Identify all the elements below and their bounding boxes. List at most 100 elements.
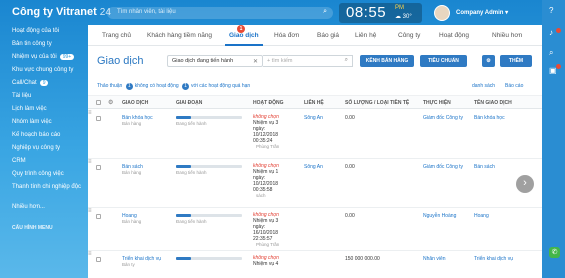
sidebar-item[interactable]: CRM [12,158,26,164]
add-button[interactable]: THÊM [500,55,532,67]
brand-name: Công ty Vitranet [12,6,97,18]
table-header: ⚙ GIAO DỊCH GIAI ĐOẠN HOẠT ĐỘNG LIÊN HỆ SỐ LƯ… [88,95,542,109]
sidebar-item-label: Lịch làm việc [12,106,47,112]
deal-title-link[interactable]: Bán sách [474,164,524,170]
sub-filter-no-activity[interactable]: không có hoạt động [135,83,179,89]
weather-text: ☁ 30° [395,14,412,20]
sidebar-item[interactable]: Nhiệm vụ của tôi 99+ [12,54,75,60]
tab-item[interactable]: Báo giá [317,32,339,39]
table-row[interactable]: ≡ Hoang Bán hàng Đang tiến hành không chọn Nh… [88,208,542,251]
search-icon[interactable]: ⌕ [549,48,553,58]
sales-channel-button[interactable]: KÊNH BÁN HÀNG [360,55,414,67]
tab-item[interactable]: Hóa đơn [274,32,299,39]
tab-label: Báo giá [317,32,340,39]
owner-link[interactable]: Giám đốc Công ty [423,115,469,121]
column-header[interactable]: SỐ LƯỢNG / LOẠI TIỀN TỆ [345,100,409,106]
column-header[interactable]: TÊN GIAO DỊCH [474,100,512,106]
owner-link[interactable]: Giám đốc Công ty [423,164,469,170]
report-link[interactable]: Báo cáo [505,83,523,89]
sidebar-item[interactable]: Bản tin công ty [12,41,52,47]
amount: 0.00 [345,164,355,170]
help-icon[interactable]: ? [549,6,553,15]
search-icon: ⌕ [344,57,348,63]
row-checkbox[interactable] [96,116,101,121]
phone-icon[interactable]: ✆ [549,247,560,258]
column-header[interactable]: THỰC HIỆN [423,100,451,106]
stage-progress-fill [176,116,191,119]
search-input[interactable]: + tìm kiếm ⌕ [263,55,353,67]
row-checkbox[interactable] [96,165,101,170]
sidebar-item-label: Khu vực chung công ty [12,67,74,73]
tab-item[interactable]: Liên hệ [355,32,376,39]
notification-dot [556,28,561,33]
criteria-button[interactable]: TIÊU CHUẨN [420,55,467,67]
filter-select[interactable]: Giao dịch đang tiến hành ✕ [167,55,263,67]
table-row[interactable]: ≡ Bán sách Bán hàng Đang tiến hành không chọ… [88,159,542,208]
sidebar-item[interactable]: Tài liệu [12,93,31,99]
sidebar-item[interactable]: Thanh tính chi nghiệp độc [12,184,81,190]
chevron-right-icon[interactable]: › [516,175,534,193]
column-header[interactable]: LIÊN HỆ [304,100,324,106]
select-all-checkbox[interactable] [96,100,101,105]
sidebar-item[interactable]: Khu vực chung công ty [12,67,73,73]
sub-filters: Thảo thuận 1 không có hoạt động 1 với các … [97,83,250,90]
column-header[interactable]: HOẠT ĐỘNG [253,100,284,106]
sidebar-item[interactable]: Quy trình công việc [12,171,64,177]
gear-icon: ⚙ [486,58,491,64]
sidebar-item[interactable]: Call/Chat 9 [12,80,49,86]
sidebar-item[interactable]: Hoạt động của tôi [12,28,59,34]
tab-item[interactable]: Công ty [398,32,420,39]
settings-button[interactable]: ⚙ [482,55,495,67]
filter-label: Giao dịch đang tiến hành [172,58,234,64]
sidebar-item[interactable]: Kế hoạch báo cáo [12,132,60,138]
table-row[interactable]: ≡ Bán khóa học Bán hàng Đang tiến hành không… [88,110,542,159]
notification-dot [556,64,561,69]
brand[interactable]: Công ty Vitranet 24 [12,6,111,18]
list-view-link[interactable]: danh sách [472,83,495,89]
contact-link[interactable]: Sông An [304,164,323,170]
sidebar-item[interactable]: Lịch làm việc [12,106,47,112]
row-checkbox[interactable] [96,257,101,262]
sub-filter-overdue[interactable]: với các hoạt động quá hạn [191,83,250,89]
page-title: Giao dịch [97,55,144,67]
owner-link[interactable]: Nguyễn Hoàng [423,213,469,219]
column-header[interactable]: GIAO DỊCH [122,100,148,106]
amount: 0.00 [345,115,355,121]
sidebar-item-label: Thanh tính chi nghiệp độc [12,184,82,190]
amount: 0.00 [345,213,355,219]
global-search-input[interactable]: Tìm nhân viên, tài liệu ⌕ [107,7,333,19]
sidebar-item[interactable]: Nghiệp vụ công ty [12,145,60,151]
deal-type: Bán hàng [122,219,142,224]
stage-label: Đang tiến hành [176,170,207,175]
row-checkbox[interactable] [96,214,101,219]
sidebar-item-label: CRM [12,158,26,164]
tab-item[interactable]: Hoạt động [439,32,469,39]
sidebar-item-label: Quy trình công việc [12,171,64,177]
top-bar: Công ty Vitranet 24 Tìm nhân viên, tài li… [0,0,565,25]
tab-item[interactable]: Giao dịch 1 [225,25,263,46]
close-icon[interactable]: ✕ [253,58,258,65]
deal-title-link[interactable]: Triển khai dịch vụ [474,256,524,262]
sidebar-section-title: CẤU HÌNH MENU [12,225,53,231]
tab-item[interactable]: Nhiều hơn [492,32,522,39]
deal-title-link[interactable]: Hoang [474,213,524,219]
main-panel: Trang chủ Khách hàng tiềm năng Giao dịch 1 H… [88,25,542,278]
bell-icon[interactable]: ♪ [549,28,553,37]
stage-progress [176,257,242,260]
tab-badge: 1 [237,25,245,33]
owner-link[interactable]: Nhân viên [423,256,469,262]
contact-link[interactable]: Sông An [304,115,323,121]
tab-item[interactable]: Trang chủ [102,32,131,39]
sidebar-item[interactable]: Nhóm làm việc [12,119,52,125]
sidebar-item-label: Kế hoạch báo cáo [12,132,61,138]
gear-icon[interactable]: ⚙ [108,99,113,106]
sub-filter-pre: Thảo thuận [97,83,123,89]
deal-type: Bản ty [122,262,135,267]
table-row[interactable]: ≡ Triển khai dịch vụ Bản ty không chọn Nhiệm… [88,251,542,278]
sidebar-item[interactable]: Nhiều hơn... [12,204,45,210]
column-header[interactable]: GIAI ĐOẠN [176,100,202,106]
clock-period: PM [395,5,404,11]
tab-item[interactable]: Khách hàng tiềm năng [147,32,212,39]
clock-widget[interactable]: 08:55 PM ☁ 30° [339,3,422,23]
deal-title-link[interactable]: Bán khóa học [474,115,524,121]
